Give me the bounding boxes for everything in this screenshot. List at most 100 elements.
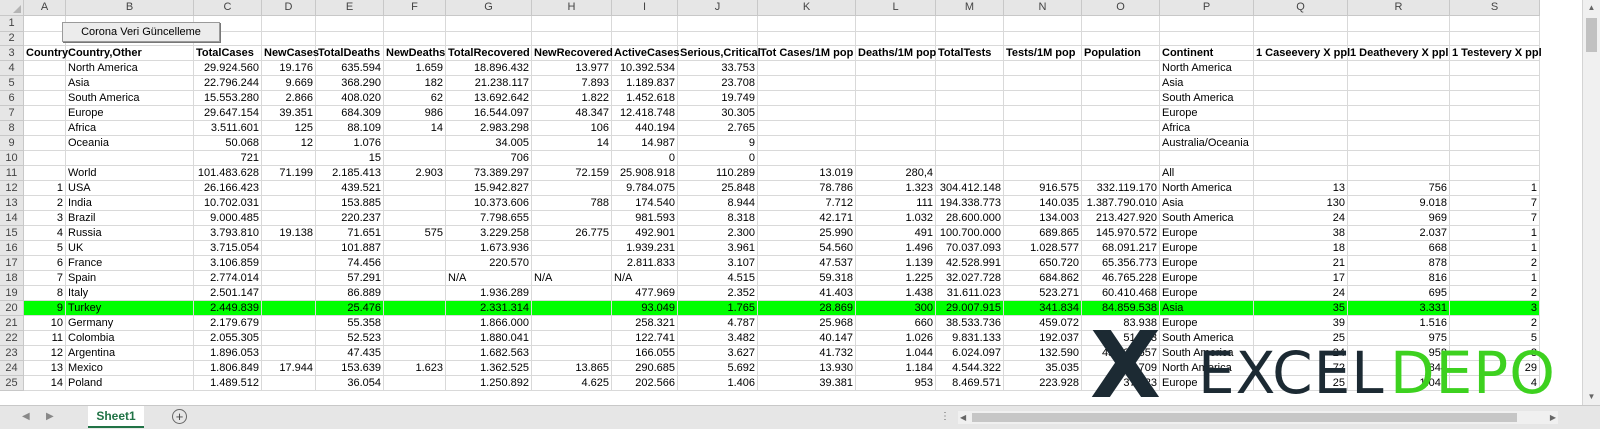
data-cell[interactable] [532,151,612,166]
row-header-1[interactable]: 1 [0,16,24,32]
cell-empty[interactable] [612,16,678,32]
data-cell[interactable]: 13.930 [758,361,856,376]
data-cell[interactable]: 660 [856,316,936,331]
data-cell[interactable]: 8.318 [678,211,758,226]
data-cell[interactable] [24,61,66,76]
cell-empty[interactable] [262,16,316,32]
row-header-12[interactable]: 12 [0,181,24,196]
data-cell[interactable] [384,151,446,166]
data-cell[interactable] [1348,151,1450,166]
data-cell[interactable]: 2.352 [678,286,758,301]
column-header-h[interactable]: H [532,0,612,16]
data-cell[interactable] [1082,106,1160,121]
data-cell[interactable]: 26.775 [532,226,612,241]
data-cell[interactable]: 1.139 [856,256,936,271]
data-cell[interactable]: Oceania [66,136,194,151]
data-cell[interactable] [384,196,446,211]
highlighted-cell[interactable]: 3 [1450,301,1540,316]
data-cell[interactable]: UK [66,241,194,256]
data-cell[interactable]: 491 [856,226,936,241]
data-cell[interactable]: 1.452.618 [612,91,678,106]
horizontal-scrollbar[interactable]: ◀ ▶ [958,411,1558,424]
data-cell[interactable]: 3.793.810 [194,226,262,241]
data-cell[interactable] [24,76,66,91]
data-cell[interactable]: 2.903 [384,166,446,181]
data-cell[interactable]: 129.709 [1082,361,1160,376]
data-cell[interactable]: 28.600.000 [936,211,1004,226]
data-cell[interactable]: 5 [1450,331,1540,346]
row-header-19[interactable]: 19 [0,286,24,301]
vertical-scrollbar[interactable]: ▲ ▼ [1582,0,1600,405]
data-cell[interactable]: 19.176 [262,61,316,76]
data-cell[interactable] [856,106,936,121]
column-header-r[interactable]: R [1348,0,1450,16]
data-cell[interactable]: 25 [1254,376,1348,391]
data-cell[interactable] [532,181,612,196]
column-title-cell[interactable]: Deaths/1M pop [856,46,936,61]
cell-empty[interactable] [1160,32,1254,46]
data-cell[interactable] [1348,61,1450,76]
data-cell[interactable]: 9 [678,136,758,151]
column-header-o[interactable]: O [1082,0,1160,16]
data-cell[interactable]: 34.005 [446,136,532,151]
data-cell[interactable]: 55.358 [316,316,384,331]
data-cell[interactable]: 9.000.485 [194,211,262,226]
data-cell[interactable]: 684.309 [316,106,384,121]
data-cell[interactable]: 36.054 [316,376,384,391]
data-cell[interactable] [384,256,446,271]
row-header-20[interactable]: 20 [0,301,24,316]
cell-empty[interactable] [1082,32,1160,46]
data-cell[interactable]: 182 [384,76,446,91]
data-cell[interactable]: 39.351 [262,106,316,121]
data-cell[interactable] [758,61,856,76]
data-cell[interactable]: North America [1160,361,1254,376]
data-cell[interactable]: Australia/Oceania [1160,136,1254,151]
data-cell[interactable]: Europe [1160,376,1254,391]
data-cell[interactable]: N/A [532,271,612,286]
data-cell[interactable]: 37.823 [1082,376,1160,391]
data-cell[interactable]: 220.570 [446,256,532,271]
data-cell[interactable]: Italy [66,286,194,301]
data-cell[interactable]: 986 [384,106,446,121]
data-cell[interactable]: 4.625 [532,376,612,391]
column-header-n[interactable]: N [1004,0,1082,16]
highlighted-cell[interactable]: 2.449.839 [194,301,262,316]
data-cell[interactable]: Mexico [66,361,194,376]
data-cell[interactable]: 1.438 [856,286,936,301]
data-cell[interactable]: 14 [384,121,446,136]
data-cell[interactable] [856,151,936,166]
data-cell[interactable]: 29.647.154 [194,106,262,121]
data-cell[interactable]: 258.321 [612,316,678,331]
data-cell[interactable]: 72 [1254,361,1348,376]
data-cell[interactable]: Europe [1160,271,1254,286]
data-cell[interactable]: 3 [24,211,66,226]
data-cell[interactable]: Spain [66,271,194,286]
data-cell[interactable] [384,286,446,301]
data-cell[interactable]: 1.026 [856,331,936,346]
data-cell[interactable]: 1.880.041 [446,331,532,346]
data-cell[interactable]: N/A [612,271,678,286]
column-title-cell[interactable]: Country [24,46,68,61]
data-cell[interactable]: 290.685 [612,361,678,376]
data-cell[interactable]: 756 [1348,181,1450,196]
data-cell[interactable]: 5.692 [678,361,758,376]
data-cell[interactable]: 192.037 [1004,331,1082,346]
data-cell[interactable] [532,286,612,301]
data-cell[interactable]: 13.865 [532,361,612,376]
data-cell[interactable]: 12 [262,136,316,151]
cell-empty[interactable] [856,32,936,46]
cell-empty[interactable] [678,32,758,46]
data-cell[interactable]: 304.412.148 [936,181,1004,196]
column-header-m[interactable]: M [936,0,1004,16]
data-cell[interactable]: 668 [1348,241,1450,256]
data-cell[interactable] [1450,61,1540,76]
data-cell[interactable]: 1.682.563 [446,346,532,361]
data-cell[interactable] [24,121,66,136]
data-cell[interactable]: 213.427.920 [1082,211,1160,226]
data-cell[interactable] [936,136,1004,151]
cell-empty[interactable] [446,32,532,46]
data-cell[interactable] [856,91,936,106]
data-cell[interactable]: 15.553.280 [194,91,262,106]
data-cell[interactable]: 8 [24,286,66,301]
data-cell[interactable]: 2.774.014 [194,271,262,286]
